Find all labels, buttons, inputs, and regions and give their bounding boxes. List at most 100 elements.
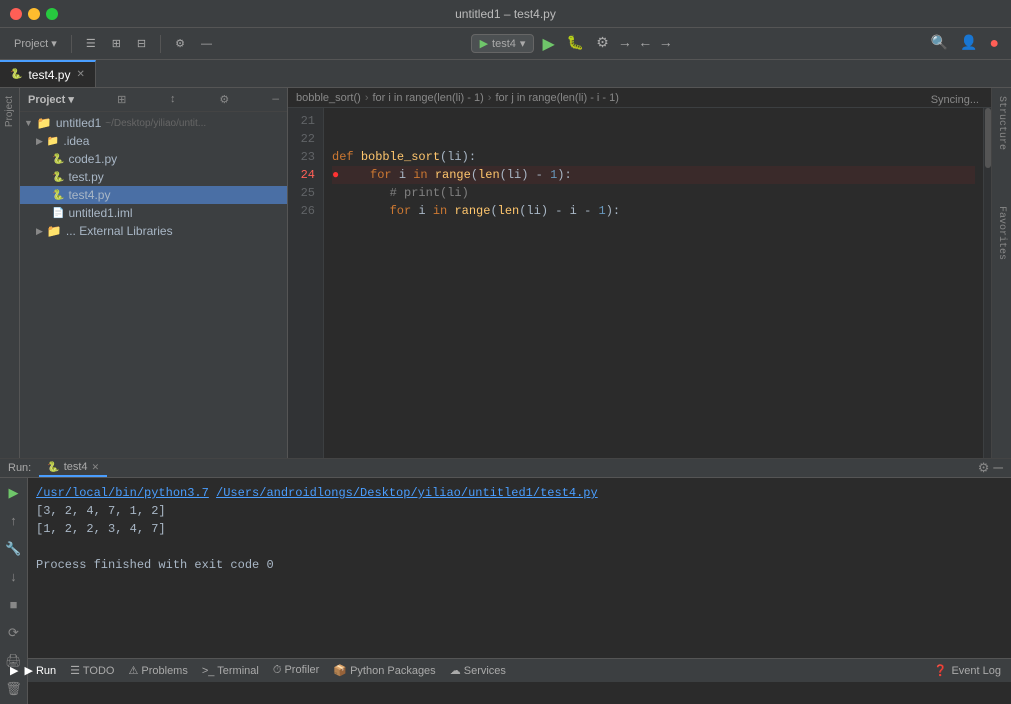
code-line-26: for i in range(len(li) - i - 1): <box>332 202 975 220</box>
bottom-services-button[interactable]: ☁ Services <box>444 662 512 679</box>
run-wrench-icon[interactable]: 🔧 <box>3 538 25 560</box>
num-2: 1 <box>598 202 605 220</box>
todo-label: ☰ TODO <box>70 664 114 677</box>
file-tab-test4[interactable]: 🐍 test4.py ✕ <box>0 60 96 87</box>
line-23: 23 <box>288 148 315 166</box>
run-header: Run: 🐍 test4 ✕ ⚙ — <box>0 459 1011 478</box>
syncing-badge: Syncing... <box>931 94 979 106</box>
breadcrumb-part-3[interactable]: for j in range(len(li) - i - 1) <box>495 92 618 104</box>
maximize-button[interactable] <box>46 8 58 20</box>
toolbar-icon-1[interactable]: ☰ <box>80 35 102 52</box>
left-panel-labels: Project <box>0 88 20 458</box>
run-label: Run: <box>8 462 31 474</box>
toolbar-close-panel-icon[interactable]: — <box>195 36 218 52</box>
project-label: Project ▾ <box>14 37 57 50</box>
search-everywhere-icon[interactable]: 🔍 <box>927 35 952 52</box>
tree-code1-label: code1.py <box>68 152 117 166</box>
profile-icon[interactable]: → <box>617 36 633 52</box>
tree-arrow-idea: ▶ <box>36 136 43 147</box>
favorites-label[interactable]: Favorites <box>994 198 1009 268</box>
test4-py-icon: 🐍 <box>52 190 64 201</box>
user-icon[interactable]: 👤 <box>956 35 981 52</box>
run-up-icon[interactable]: ↑ <box>3 510 25 532</box>
code-line-21 <box>332 112 975 130</box>
fn-len-2: len <box>498 202 520 220</box>
breadcrumb-part-1[interactable]: bobble_sort() <box>296 92 361 104</box>
run-output-done: Process finished with exit code 0 <box>36 556 1003 574</box>
run-tab-label: test4 <box>64 461 88 473</box>
project-hide-icon[interactable]: — <box>272 94 279 106</box>
tree-test-item[interactable]: 🐍 test.py <box>20 168 287 186</box>
kw-in: in <box>413 166 435 184</box>
paren-2: ): <box>462 148 476 166</box>
line-26: 26 <box>288 202 315 220</box>
project-settings-icon[interactable]: ⊞ <box>117 93 126 107</box>
tree-test-label: test.py <box>68 170 103 184</box>
bottom-event-log-button[interactable]: ❓ Event Log <box>928 662 1007 679</box>
back-icon[interactable]: ← <box>637 36 653 52</box>
run-tab-close-icon[interactable]: ✕ <box>92 462 100 473</box>
run-play-icon[interactable]: ▶ <box>3 482 25 504</box>
tree-extlibs-label: ... External Libraries <box>66 224 173 238</box>
run-trash-icon[interactable]: 🗑 <box>3 678 25 700</box>
run-button[interactable]: ▶ <box>538 34 558 54</box>
project-menu-button[interactable]: Project ▾ <box>8 35 63 52</box>
run-label-bottom: ▶ Run <box>24 664 56 677</box>
right-scrollbar[interactable] <box>983 108 991 458</box>
run-minimize-icon[interactable]: — <box>993 459 1003 477</box>
run-down-icon[interactable]: ↓ <box>3 566 25 588</box>
bottom-profiler-button[interactable]: ⏱ Profiler <box>267 662 325 679</box>
line-25: 25 <box>288 184 315 202</box>
project-panel: Project ▾ ⊞ ↕ ⚙ — ▼ 📁 untitled1 ~/Deskto… <box>20 88 288 458</box>
var-i: i <box>399 166 413 184</box>
tree-idea-item[interactable]: ▶ 📁 .idea <box>20 132 287 150</box>
forward-icon[interactable]: → <box>658 36 674 52</box>
run-wrap-icon[interactable]: ⟳ <box>3 622 25 644</box>
project-gear-icon[interactable]: ⚙ <box>219 93 229 107</box>
kw-for-2: for <box>332 202 418 220</box>
bottom-run-button[interactable]: ▶ ▶ Run <box>4 662 62 679</box>
tree-root-item[interactable]: ▼ 📁 untitled1 ~/Desktop/yiliao/untit... <box>20 114 287 132</box>
ext-folder-icon: 📁 <box>47 224 62 238</box>
tree-test4-item[interactable]: 🐍 test4.py <box>20 186 287 204</box>
project-collapse-icon[interactable]: ↕ <box>170 94 177 106</box>
minimize-button[interactable] <box>28 8 40 20</box>
bottom-terminal-button[interactable]: >_ Terminal <box>196 663 265 679</box>
tree-extlibs-item[interactable]: ▶ 📁 ... External Libraries <box>20 222 287 240</box>
run-link-script[interactable]: /Users/androidlongs/Desktop/yiliao/untit… <box>216 486 598 500</box>
fn-bobble: bobble_sort <box>361 148 440 166</box>
tree-arrow-ext: ▶ <box>36 226 43 237</box>
debug-icon[interactable]: 🐛 <box>563 35 588 52</box>
comment: # print(li) <box>332 184 469 202</box>
run-tab-test4[interactable]: 🐍 test4 ✕ <box>39 459 107 477</box>
line-21: 21 <box>288 112 315 130</box>
close-button[interactable] <box>10 8 22 20</box>
run-output-line2: [3, 2, 4, 7, 1, 2] <box>36 502 1003 520</box>
toolbar-icon-2[interactable]: ⊞ <box>106 35 127 52</box>
toolbar-settings-icon[interactable]: ⚙ <box>169 35 191 52</box>
project-title-label: Project ▾ <box>28 93 74 106</box>
code-content[interactable]: def bobble_sort(li): ● for i in range(le… <box>324 108 983 458</box>
breadcrumb-part-2[interactable]: for i in range(len(li) - 1) <box>373 92 484 104</box>
run-config-dropdown[interactable]: ▶ test4 ▾ <box>471 34 535 53</box>
sidebar-label-project[interactable]: Project <box>2 88 17 135</box>
scrollbar-thumb[interactable] <box>985 108 991 168</box>
tab-close-icon[interactable]: ✕ <box>76 69 84 80</box>
kw-in-2: in <box>433 202 455 220</box>
bottom-problems-button[interactable]: ⚠ Problems <box>122 662 193 679</box>
paren-6: ( <box>490 202 497 220</box>
tree-iml-item[interactable]: 📄 untitled1.iml <box>20 204 287 222</box>
run-output-line3: [1, 2, 2, 3, 4, 7] <box>36 520 1003 538</box>
run-stop-icon[interactable]: ■ <box>3 594 25 616</box>
tree-code1-item[interactable]: 🐍 code1.py <box>20 150 287 168</box>
structure-label[interactable]: Structure <box>994 88 1009 158</box>
help-icon[interactable]: ● <box>985 35 1003 53</box>
toolbar-icon-3[interactable]: ⊟ <box>131 35 152 52</box>
toolbar-sep-2 <box>160 35 161 53</box>
window-title: untitled1 – test4.py <box>455 7 556 21</box>
coverage-icon[interactable]: ⚙ <box>592 35 613 52</box>
bottom-todo-button[interactable]: ☰ TODO <box>64 662 120 679</box>
run-link-python[interactable]: /usr/local/bin/python3.7 <box>36 486 209 500</box>
run-settings-icon[interactable]: ⚙ <box>978 461 990 476</box>
bottom-python-packages-button[interactable]: 📦 Python Packages <box>327 662 441 679</box>
